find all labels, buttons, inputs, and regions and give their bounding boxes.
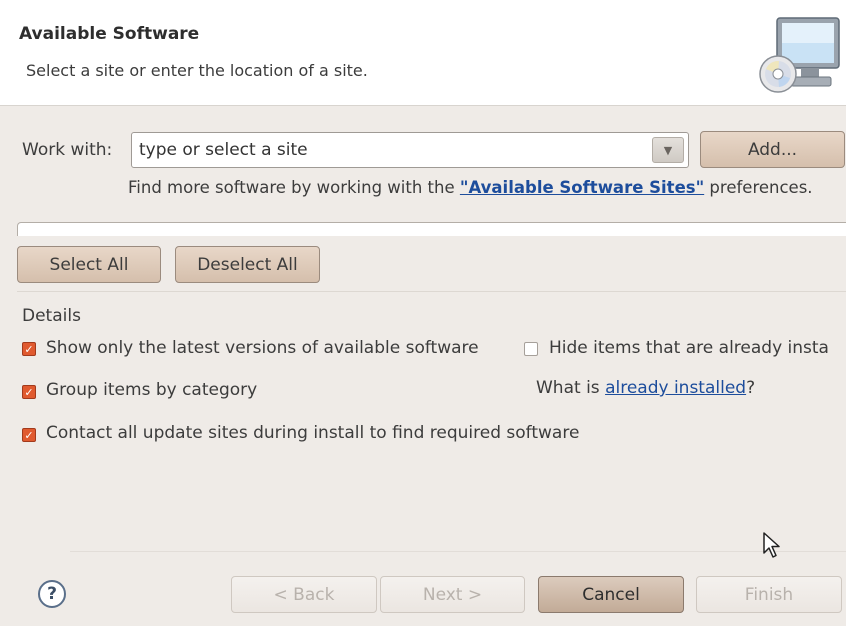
finish-button[interactable]: Finish: [696, 576, 842, 613]
software-list[interactable]: [17, 222, 846, 236]
find-more-prefix: Find more software by working with the: [128, 178, 460, 197]
work-with-label: Work with:: [22, 140, 113, 160]
site-combo-value: type or select a site: [139, 140, 308, 160]
contact-sites-label: Contact all update sites during install …: [46, 423, 580, 443]
help-icon[interactable]: ?: [38, 580, 66, 608]
cancel-button[interactable]: Cancel: [538, 576, 684, 613]
contact-sites-checkbox[interactable]: ✓: [22, 428, 36, 442]
hide-installed-checkbox[interactable]: [524, 342, 538, 356]
mouse-cursor-icon: [763, 532, 780, 558]
group-by-category-label: Group items by category: [46, 380, 258, 400]
find-more-suffix: preferences.: [704, 178, 813, 197]
what-is-prefix: What is: [536, 378, 606, 398]
deselect-all-button[interactable]: Deselect All: [175, 246, 320, 283]
site-combo[interactable]: type or select a site ▼: [131, 132, 689, 168]
hide-installed-label: Hide items that are already insta: [549, 338, 829, 358]
page-title: Available Software: [19, 24, 200, 44]
select-all-button[interactable]: Select All: [17, 246, 161, 283]
what-is-installed-text: What is already installed?: [536, 378, 755, 398]
back-button[interactable]: < Back: [231, 576, 377, 613]
group-by-category-checkbox[interactable]: ✓: [22, 385, 36, 399]
dropdown-arrow-icon[interactable]: ▼: [652, 137, 684, 163]
available-software-sites-link[interactable]: "Available Software Sites": [460, 178, 704, 197]
footer-separator: [70, 551, 846, 552]
find-more-text: Find more software by working with the "…: [128, 178, 813, 197]
software-install-icon: [759, 17, 840, 93]
next-button[interactable]: Next >: [380, 576, 525, 613]
details-label: Details: [22, 306, 81, 326]
show-latest-label: Show only the latest versions of availab…: [46, 338, 479, 358]
wizard-banner: Available Software Select a site or ente…: [0, 0, 846, 106]
show-latest-checkbox[interactable]: ✓: [22, 342, 36, 356]
already-installed-link[interactable]: already installed: [605, 378, 746, 398]
what-is-suffix: ?: [746, 378, 756, 398]
page-subtitle: Select a site or enter the location of a…: [26, 61, 368, 80]
separator: [17, 291, 846, 292]
add-site-button[interactable]: Add...: [700, 131, 845, 168]
